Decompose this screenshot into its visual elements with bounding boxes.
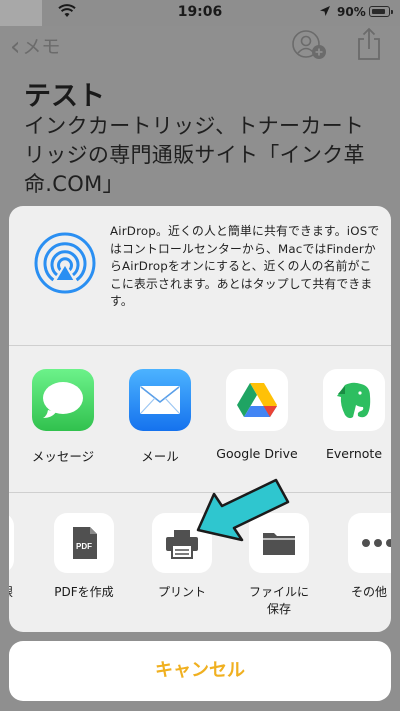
action-label: プリント: [157, 585, 206, 599]
share-icon[interactable]: [356, 27, 382, 61]
app-label: メッセージ: [31, 449, 95, 464]
share-apps-row[interactable]: メッセージ メール Google Drive Evernote: [9, 346, 391, 489]
battery-percent: 90%: [337, 5, 366, 19]
share-app-google-drive[interactable]: Google Drive: [211, 369, 303, 461]
messages-icon: [32, 369, 94, 431]
battery-level: [371, 8, 385, 14]
airdrop-description: AirDrop。近くの人と簡単に共有できます。iOSではコントロールセンターから…: [110, 224, 380, 308]
share-app-mail[interactable]: メール: [114, 369, 206, 465]
action-partial[interactable]: 眼: [9, 513, 33, 601]
action-label: その他: [351, 585, 388, 599]
back-label: メモ: [22, 36, 61, 58]
pointer-arrow-icon: [196, 478, 290, 542]
note-title[interactable]: テスト: [24, 74, 105, 113]
mail-icon: [129, 369, 191, 431]
more-icon: [348, 513, 391, 573]
airdrop-section[interactable]: AirDrop。近くの人と簡単に共有できます。iOSではコントロールセンターから…: [9, 206, 391, 344]
app-label: Google Drive: [216, 446, 298, 461]
action-label: PDFを作成: [54, 585, 114, 599]
airdrop-icon: [34, 232, 96, 294]
note-body[interactable]: インクカートリッジ、トナーカートリッジの専門通販サイト「インク革命.COM」: [24, 112, 384, 199]
action-label: ファイルに 保存: [248, 585, 309, 616]
battery-icon: [369, 6, 393, 17]
share-sheet: AirDrop。近くの人と簡単に共有できます。iOSではコントロールセンターから…: [9, 206, 391, 632]
cancel-button[interactable]: キャンセル: [9, 641, 391, 701]
share-app-evernote[interactable]: Evernote: [308, 369, 391, 461]
share-app-messages[interactable]: メッセージ: [17, 369, 109, 465]
chevron-left-icon: ‹: [10, 32, 21, 62]
partial-action-icon: [9, 513, 14, 573]
action-create-pdf[interactable]: PDF PDFを作成: [35, 513, 133, 601]
add-person-icon[interactable]: [290, 30, 330, 62]
google-drive-icon: [226, 369, 288, 431]
pdf-icon: PDF: [54, 513, 114, 573]
evernote-icon: [323, 369, 385, 431]
location-icon: [320, 6, 330, 16]
action-more[interactable]: その他: [329, 513, 391, 601]
action-label: 眼: [9, 584, 33, 601]
app-label: Evernote: [325, 446, 383, 461]
back-button[interactable]: ‹ メモ: [10, 32, 60, 60]
pdf-badge: PDF: [76, 542, 92, 551]
status-bar: 19:06 90%: [0, 0, 400, 26]
app-label: メール: [141, 449, 179, 464]
